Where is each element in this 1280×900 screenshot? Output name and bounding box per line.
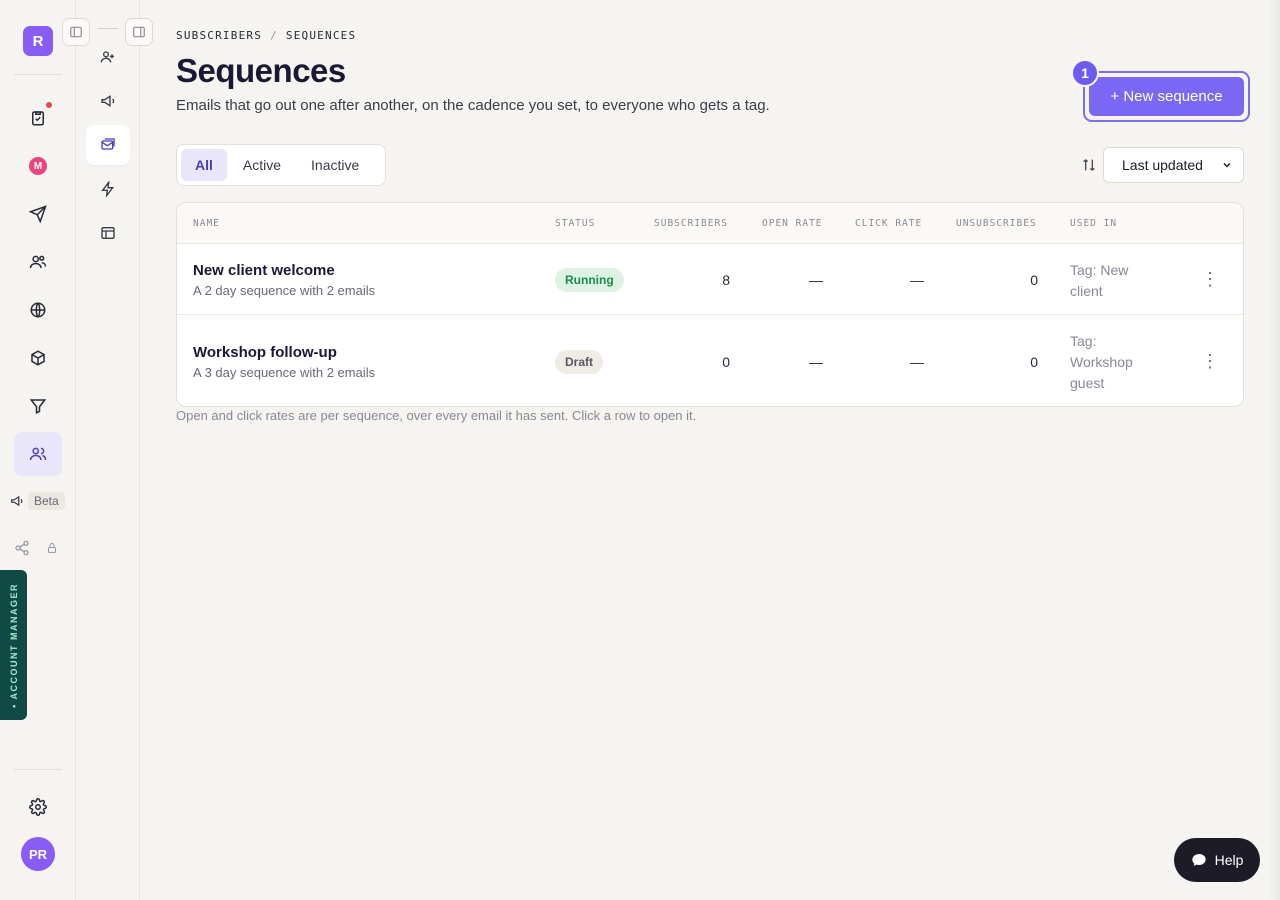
subnav-sequences-icon[interactable] [86,125,130,165]
click-rate-value: — [910,272,924,288]
filter-tab-active[interactable]: Active [229,149,295,181]
subscribers-count: 0 [722,354,730,370]
sequence-name: New client welcome [193,262,335,279]
subscribers-nav-icon[interactable] [14,432,62,476]
sidebar-divider [14,769,62,770]
new-sequence-button[interactable]: + New sequence [1089,77,1244,116]
announcements-beta-item[interactable]: Beta [10,492,65,510]
row-menu-icon[interactable]: ⋮ [1200,351,1220,372]
primary-sidebar: R M Beta PR [0,0,76,900]
table-header: NAME STATUS SUBSCRIBERS OPEN RATE CLICK … [177,203,1243,244]
sequences-table: NAME STATUS SUBSCRIBERS OPEN RATE CLICK … [176,202,1244,407]
integrations-locked-item[interactable] [14,540,58,556]
step-badge: 1 [1071,59,1099,87]
table-footnote: Open and click rates are per sequence, o… [176,408,697,423]
send-nav-icon[interactable] [14,192,62,236]
breadcrumb-parent-link[interactable]: SUBSCRIBERS [176,29,262,42]
subscribers-count: 8 [722,272,730,288]
subnav-subscribers-icon[interactable] [86,37,130,77]
column-header-name[interactable]: NAME [193,218,220,229]
column-header-subscribers[interactable]: SUBSCRIBERS [654,218,728,229]
account-manager-label: • ACCOUNT MANAGER [8,582,19,708]
tasks-nav-icon[interactable] [14,96,62,140]
used-in-tag: Tag: Workshop guest [1070,333,1133,391]
row-menu-icon[interactable]: ⋮ [1200,269,1220,290]
megaphone-icon [11,495,23,507]
breadcrumb-separator: / [270,29,278,42]
settings-gear-icon[interactable] [14,785,62,829]
share-icon [15,540,29,556]
breadcrumb-current: SEQUENCES [285,29,357,42]
subnav-templates-icon[interactable] [86,213,130,253]
filter-tab-all[interactable]: All [181,149,227,181]
status-badge: Draft [555,350,604,374]
sidebar-divider [14,74,62,75]
help-button[interactable]: Help [1174,838,1260,882]
globe-nav-icon[interactable] [14,288,62,332]
sort-select-value: Last updated [1122,157,1203,173]
lock-icon [48,543,56,553]
account-manager-tab[interactable]: • ACCOUNT MANAGER [0,570,27,720]
sort-select[interactable]: Last updated [1103,147,1244,183]
help-label: Help [1214,852,1244,868]
open-rate-value: — [809,272,823,288]
page-title: Sequences [176,52,346,89]
chat-bubble-icon [1191,854,1206,866]
table-row[interactable]: Workshop follow-up A 3 day sequence with… [177,315,1243,406]
m-app-icon[interactable]: M [29,157,47,175]
unsubscribes-count: 0 [1030,354,1038,370]
user-avatar[interactable]: PR [21,837,55,871]
column-header-used-in: USED IN [1070,218,1118,229]
unsubscribes-count: 0 [1030,272,1038,288]
page-subtitle: Emails that go out one after another, on… [176,97,770,114]
column-header-open-rate[interactable]: OPEN RATE [762,218,822,229]
sort-icon[interactable] [1081,157,1097,173]
products-nav-icon[interactable] [14,336,62,380]
contacts-nav-icon[interactable] [14,240,62,284]
subnav-broadcasts-icon[interactable] [86,81,130,121]
column-header-status[interactable]: STATUS [555,218,595,229]
filter-tab-inactive[interactable]: Inactive [297,149,373,181]
workspace-logo[interactable]: R [23,26,53,56]
breadcrumb: SUBSCRIBERS / SEQUENCES [176,29,356,42]
sequence-description: A 3 day sequence with 2 emails [193,365,376,380]
used-in-tag: Tag: New client [1070,262,1129,299]
edge-shade [1268,0,1280,900]
sequence-description: A 2 day sequence with 2 emails [193,283,376,298]
beta-badge: Beta [28,492,65,510]
table-row[interactable]: New client welcome A 2 day sequence with… [177,244,1243,315]
status-filter-tabs: All Active Inactive [176,144,386,186]
sequence-name: Workshop follow-up [193,344,337,361]
funnel-nav-icon[interactable] [14,384,62,428]
subnav-automations-icon[interactable] [86,169,130,209]
status-badge: Running [555,268,624,292]
click-rate-value: — [910,354,924,370]
chevron-down-icon [1223,162,1231,168]
open-rate-value: — [809,354,823,370]
column-header-click-rate[interactable]: CLICK RATE [855,218,922,229]
notification-dot [46,102,52,108]
column-header-unsubscribes[interactable]: UNSUBSCRIBES [956,218,1037,229]
subrail-divider [98,28,118,29]
